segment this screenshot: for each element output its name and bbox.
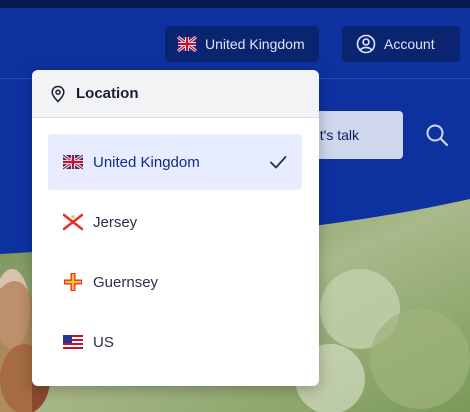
jersey-flag-icon [63,213,83,231]
account-button-label: Account [384,36,435,52]
location-option-jersey[interactable]: Jersey [48,194,302,250]
location-pin-icon [51,85,65,103]
country-selector-button[interactable]: United Kingdom [165,26,319,62]
location-option-guernsey[interactable]: Guernsey [48,254,302,310]
dropdown-title: Location [76,85,139,102]
user-icon [356,34,376,54]
uk-flag-icon [177,35,197,53]
location-option-united-kingdom[interactable]: United Kingdom [48,134,302,190]
us-flag-icon [63,335,83,349]
top-strip [0,0,470,8]
country-button-label: United Kingdom [205,36,305,52]
option-label: Guernsey [93,273,159,291]
uk-flag-icon [63,153,83,171]
checkmark-icon [270,156,287,169]
lets-talk-label: et's talk [312,127,360,143]
option-label: Jersey [93,213,138,231]
location-dropdown: Location United Kingdom Jersey Guernsey … [32,70,319,386]
dropdown-header: Location [32,70,319,118]
option-label: United Kingdom [93,153,200,171]
option-label: US [93,333,114,351]
search-icon[interactable] [424,122,450,148]
guernsey-flag-icon [64,273,82,291]
account-button[interactable]: Account [342,26,460,62]
location-option-us[interactable]: US [48,314,302,370]
